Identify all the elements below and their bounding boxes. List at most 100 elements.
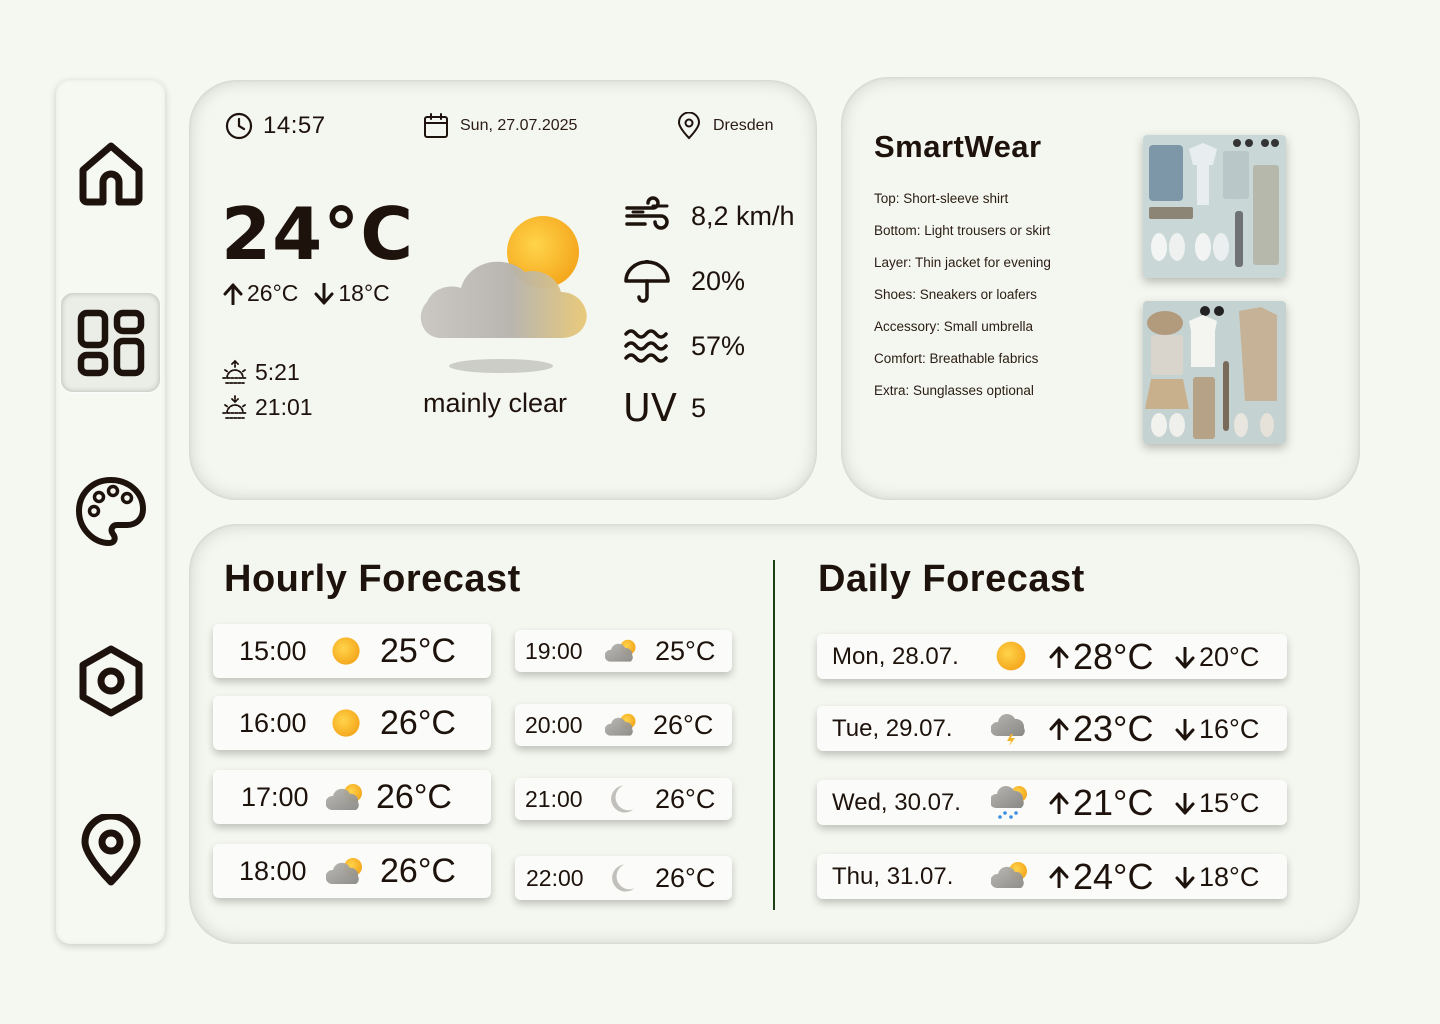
clock-icon	[225, 112, 253, 140]
today-high: 26°C	[247, 280, 299, 306]
location-pin-icon	[677, 112, 701, 140]
hour-temp: 26°C	[376, 777, 452, 816]
sidebar	[56, 80, 165, 944]
hour-time: 20:00	[525, 711, 583, 738]
hourly-card[interactable]: 22:00 26°C	[515, 856, 732, 900]
hourly-card[interactable]: 15:00 25°C	[213, 624, 491, 678]
daily-card[interactable]: Wed, 30.07. 21°C 15°C	[817, 780, 1287, 825]
current-date: Sun, 27.07.2025	[460, 117, 578, 134]
arrow-down-icon	[1175, 647, 1195, 669]
day-high: 24°C	[1073, 856, 1154, 897]
smartwear-item: Comfort: Breathable fabrics	[874, 351, 1039, 366]
hour-temp: 26°C	[655, 783, 716, 814]
arrow-up-icon	[223, 283, 243, 305]
hourly-card[interactable]: 20:00 26°C	[515, 704, 732, 746]
partly-cloudy-icon	[991, 858, 1031, 894]
arrow-down-icon	[1175, 867, 1195, 889]
hour-temp: 26°C	[380, 703, 456, 742]
hourly-card[interactable]: 18:00 26°C	[213, 844, 491, 898]
smartwear-item: Shoes: Sneakers or loafers	[874, 287, 1037, 302]
hourly-card[interactable]: 17:00 26°C	[213, 770, 491, 824]
sun-icon	[993, 638, 1029, 674]
current-temperature: 24°C	[221, 192, 415, 276]
partly-cloudy-icon	[605, 638, 639, 665]
day-label: Thu, 31.07.	[832, 863, 954, 890]
smartwear-item: Top: Short-sleeve shirt	[874, 191, 1009, 206]
day-label: Mon, 28.07.	[832, 643, 959, 670]
arrow-up-icon	[1049, 792, 1069, 814]
rain-sun-icon	[991, 784, 1031, 820]
day-low: 15°C	[1199, 788, 1260, 818]
arrow-down-icon	[1175, 793, 1195, 815]
day-low: 18°C	[1199, 862, 1260, 892]
hour-temp: 26°C	[653, 709, 714, 740]
hourly-card[interactable]: 16:00 26°C	[213, 696, 491, 750]
current-time: 14:57	[263, 112, 326, 139]
moon-icon	[603, 782, 637, 816]
hourly-card[interactable]: 19:00 25°C	[515, 630, 732, 672]
day-high: 28°C	[1073, 636, 1154, 677]
hour-time: 17:00	[241, 781, 309, 812]
day-label: Wed, 30.07.	[832, 789, 961, 816]
smartwear-item: Layer: Thin jacket for evening	[874, 255, 1051, 270]
partly-cloudy-icon	[326, 856, 366, 888]
home-icon	[79, 142, 142, 205]
precipitation-chance: 20%	[691, 265, 746, 296]
daily-card[interactable]: Mon, 28.07. 28°C 20°C	[817, 634, 1287, 679]
nav-location-button[interactable]	[61, 800, 160, 899]
humidity-waves-icon	[624, 329, 668, 363]
arrow-down-icon	[1175, 719, 1195, 741]
hourly-card[interactable]: 21:00 26°C	[515, 778, 732, 820]
wind-row: 8,2 km/h	[623, 192, 795, 240]
partly-cloudy-icon	[326, 782, 366, 814]
sunset-time: 21:01	[255, 393, 313, 420]
nav-palette-button[interactable]	[61, 462, 160, 561]
outfit-image-casual[interactable]	[1143, 135, 1286, 278]
daily-forecast-title: Daily Forecast	[818, 558, 1085, 600]
today-low: 18°C	[338, 280, 390, 306]
time-row: 14:57	[225, 112, 326, 140]
outfit-image-layered[interactable]	[1143, 301, 1286, 444]
day-high: 23°C	[1073, 708, 1154, 749]
calendar-icon	[424, 113, 448, 138]
hour-temp: 26°C	[655, 862, 716, 893]
uv-label: UV	[623, 386, 677, 430]
sunset-row: 21:01	[221, 393, 313, 421]
sunset-icon	[222, 395, 248, 419]
condition-label: mainly clear	[423, 388, 568, 418]
smartwear-item: Bottom: Light trousers or skirt	[874, 223, 1051, 238]
hour-time: 15:00	[239, 635, 307, 666]
hourly-forecast-title: Hourly Forecast	[224, 558, 521, 600]
hour-temp: 25°C	[380, 631, 456, 670]
arrow-up-icon	[1049, 718, 1069, 740]
daily-card[interactable]: Thu, 31.07. 24°C 18°C	[817, 854, 1287, 899]
partly-cloudy-weather-icon	[420, 216, 587, 373]
current-weather-panel: 14:57 Sun, 27.07.2025 Dresden 24°C 26°C …	[189, 80, 817, 500]
arrow-down-icon	[314, 283, 334, 305]
forecast-panel: Hourly Forecast Daily Forecast 15:00 25°…	[189, 524, 1360, 944]
hour-time: 21:00	[525, 785, 583, 812]
nav-settings-button[interactable]	[61, 631, 160, 730]
humidity-row: 57%	[623, 322, 745, 370]
hour-temp: 25°C	[655, 635, 716, 666]
uv-row: UV 5	[623, 386, 706, 430]
current-location: Dresden	[713, 117, 774, 134]
settings-icon	[79, 645, 142, 716]
moon-icon	[604, 861, 638, 895]
partly-cloudy-icon	[605, 712, 639, 739]
nav-home-button[interactable]	[61, 124, 160, 223]
forecast-divider	[773, 560, 775, 910]
hour-time: 16:00	[239, 707, 307, 738]
arrow-up-icon	[1049, 866, 1069, 888]
day-label: Tue, 29.07.	[832, 715, 953, 742]
hour-temp: 26°C	[380, 851, 456, 890]
sun-icon	[329, 634, 363, 668]
humidity-value: 57%	[691, 330, 746, 361]
location-row[interactable]: Dresden	[675, 112, 773, 140]
smartwear-panel: SmartWear Top: Short-sleeve shirt Bottom…	[841, 77, 1360, 500]
arrow-up-icon	[1049, 646, 1069, 668]
location-pin-icon	[81, 813, 140, 885]
daily-card[interactable]: Tue, 29.07. 23°C 16°C	[817, 706, 1287, 751]
wind-speed: 8,2 km/h	[691, 200, 795, 231]
nav-dashboard-button[interactable]	[61, 293, 160, 392]
